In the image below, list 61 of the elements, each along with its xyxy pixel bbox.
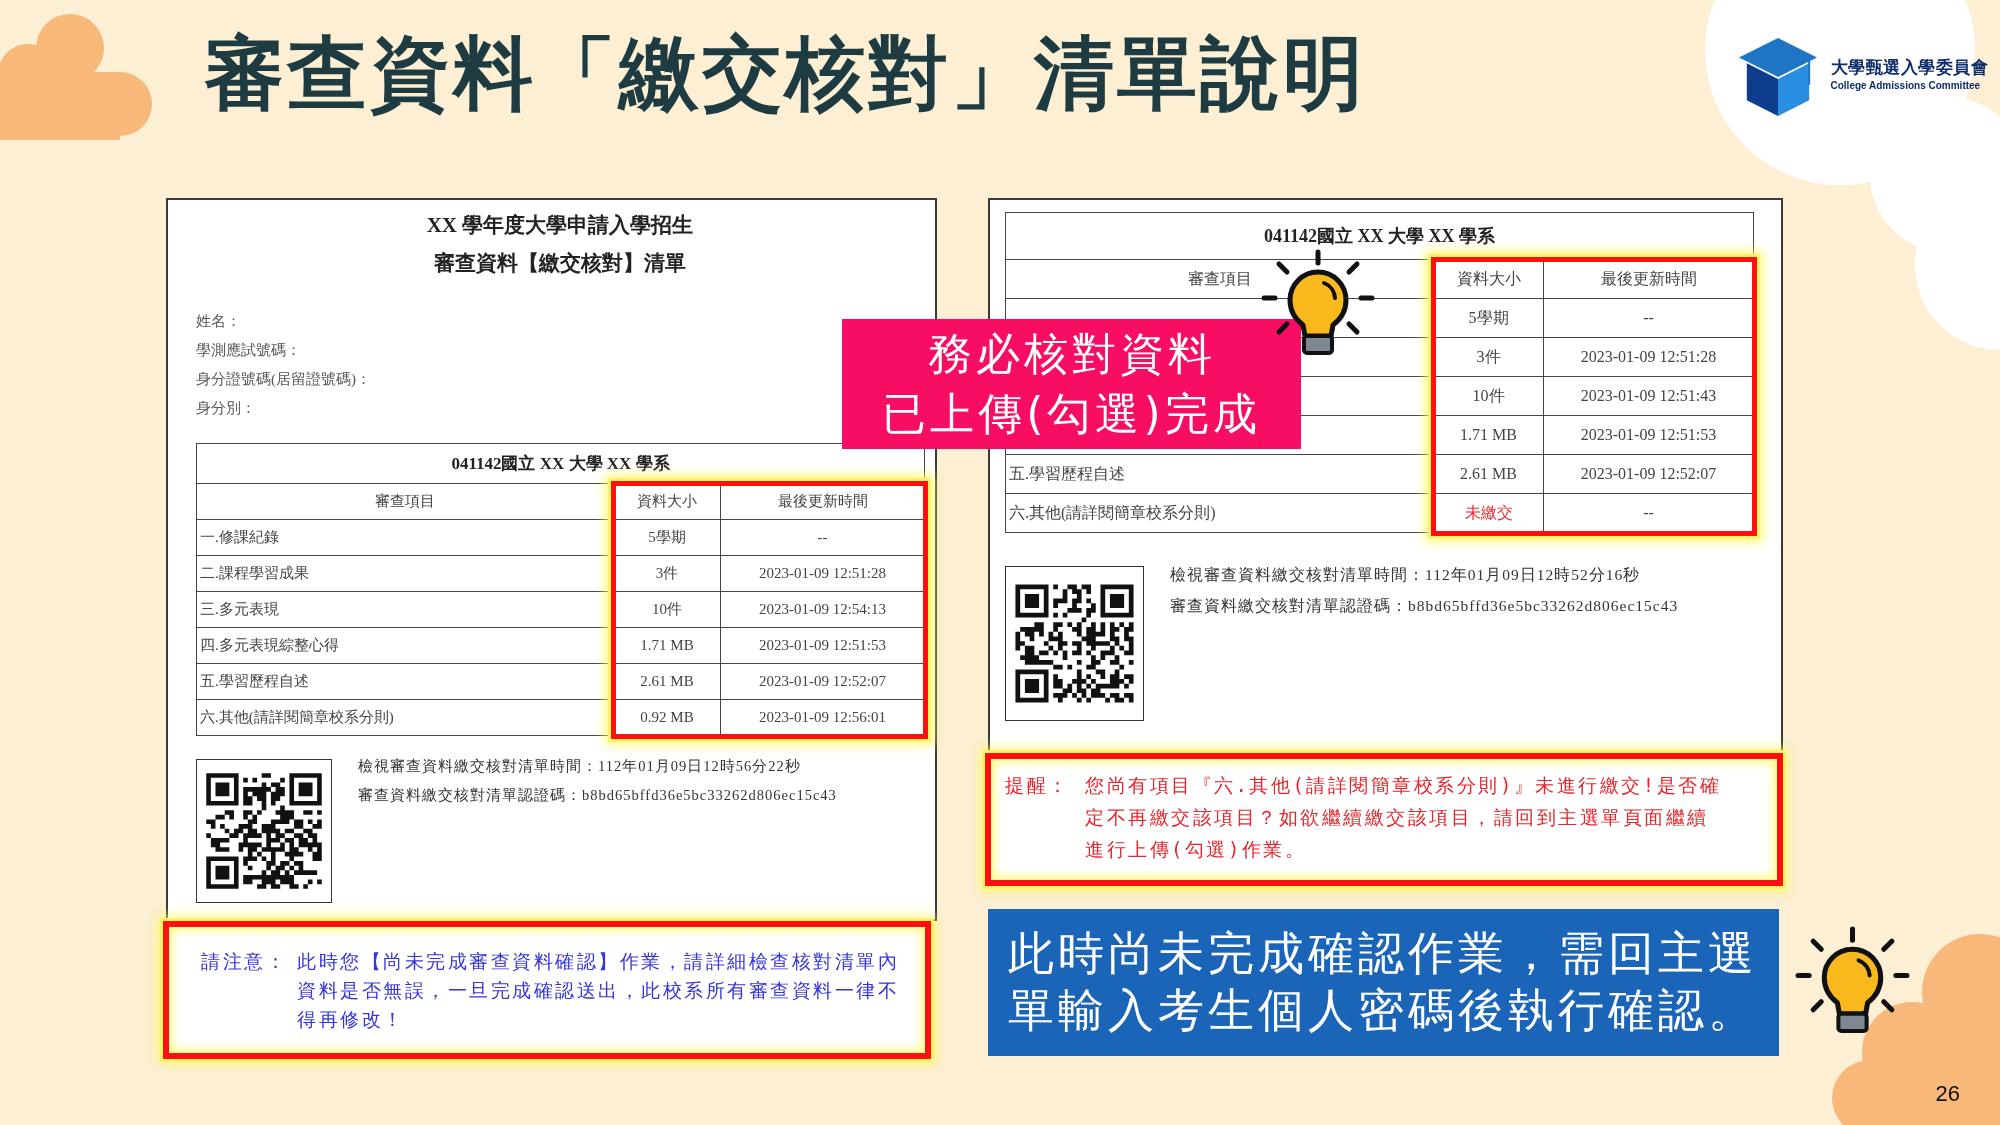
table-cell: 2023-01-09 12:51:28 <box>1544 338 1754 377</box>
table-cell: 四.多元表現綜整心得 <box>197 628 614 664</box>
column-header: 最後更新時間 <box>1544 260 1754 299</box>
verification-text: 檢視審查資料繳交核對清單時間：112年01月09日12時52分16秒 <box>1170 565 1642 585</box>
form-field-label: 身分證號碼(居留證號碼)： <box>196 370 371 389</box>
table-cell: 六.其他(請詳閱簡章校系分則) <box>1006 494 1434 533</box>
document-title: XX 學年度大學申請入學招生 <box>425 212 695 239</box>
column-header: 最後更新時間 <box>721 484 925 520</box>
table-cell: -- <box>721 520 925 556</box>
table-cell: 五.學習歷程自述 <box>1006 455 1434 494</box>
table-cell: 1.71 MB <box>614 628 721 664</box>
table-cell: 2023-01-09 12:54:13 <box>721 592 925 628</box>
table-cell: 0.92 MB <box>614 700 721 736</box>
notice-label: 提醒： <box>1005 773 1071 798</box>
table-cell: 一.修課紀錄 <box>197 520 614 556</box>
table-title: 041142國立 XX 大學 XX 學系 <box>1006 213 1754 260</box>
table-cell: 二.課程學習成果 <box>197 556 614 592</box>
table-cell: 未繳交 <box>1434 494 1544 533</box>
table-cell: 三.多元表現 <box>197 592 614 628</box>
table-cell: 10件 <box>1434 377 1544 416</box>
table-cell: 5學期 <box>614 520 721 556</box>
table-cell: 2.61 MB <box>1434 455 1544 494</box>
table-cell: 2023-01-09 12:51:53 <box>721 628 925 664</box>
callout-text: 務必核對資料 <box>927 327 1216 381</box>
table-cell: 五.學習歷程自述 <box>197 664 614 700</box>
verification-text: 審查資料繳交核對清單認證碼：b8bd65bffd36e5bc33262d806ec15c43 <box>358 786 837 805</box>
column-header: 資料大小 <box>614 484 721 520</box>
table-cell: 1.71 MB <box>1434 416 1544 455</box>
notice-label: 請注意： <box>201 949 288 974</box>
table-cell: 3件 <box>614 556 721 592</box>
table-cell: 2023-01-09 12:51:43 <box>1544 377 1754 416</box>
page-number: 26 <box>1935 1081 1960 1107</box>
verification-text: 檢視審查資料繳交核對清單時間：112年01月09日12時56分22秒 <box>358 757 802 776</box>
table-cell: 2.61 MB <box>614 664 721 700</box>
column-header: 審查項目 <box>197 484 614 520</box>
notice-text: 您尚有項目『六.其他(請詳閱簡章校系分則)』未進行繳交!是否確定不再繳交該項目？如欲繼續繳交該項目，請回到主選單頁面繼續進行上傳(勾選)作業。 <box>1085 773 1723 862</box>
form-field-label: 身分別： <box>196 399 256 418</box>
organization-name: 大學甄選入學委員會 <box>1830 56 1988 79</box>
table-cell: -- <box>1544 494 1754 533</box>
table-cell: 六.其他(請詳閱簡章校系分則) <box>197 700 614 736</box>
table-cell: 5學期 <box>1434 299 1544 338</box>
table-cell: 2023-01-09 12:51:28 <box>721 556 925 592</box>
column-header: 資料大小 <box>1434 260 1544 299</box>
verification-text: 審查資料繳交核對清單認證碼：b8bd65bffd36e5bc33262d806ec15c43 <box>1170 596 1679 616</box>
table-cell: 3件 <box>1434 338 1544 377</box>
form-field-label: 姓名： <box>196 312 241 331</box>
table-cell: 10件 <box>614 592 721 628</box>
slide-title: 審查資料「繳交核對」清單說明 <box>204 26 1366 122</box>
document-subtitle: 審查資料【繳交核對】清單 <box>433 250 687 277</box>
qr-code-icon <box>1005 566 1144 721</box>
table-cell: 2023-01-09 12:51:53 <box>1544 416 1754 455</box>
table-cell: 2023-01-09 12:52:07 <box>721 664 925 700</box>
notice-text: 此時您【尚未完成審查資料確認】作業，請詳細檢查核對清單內資料是否無誤，一旦完成確認送出，此校系所有審查資料一律不得再修改！ <box>297 949 900 1032</box>
table-cell: 2023-01-09 12:52:07 <box>1544 455 1754 494</box>
qr-code-icon <box>196 759 332 903</box>
organization-name-english: College Admissions Committee <box>1830 79 1982 93</box>
table-cell: 2023-01-09 12:56:01 <box>721 700 925 736</box>
form-field-label: 學測應試號碼： <box>196 341 301 360</box>
callout-text: 已上傳(勾選)完成 <box>882 387 1261 441</box>
table-cell: -- <box>1544 299 1754 338</box>
info-banner: 此時尚未完成確認作業，需回主選單輸入考生個人密碼後執行確認。 <box>988 909 1779 1056</box>
